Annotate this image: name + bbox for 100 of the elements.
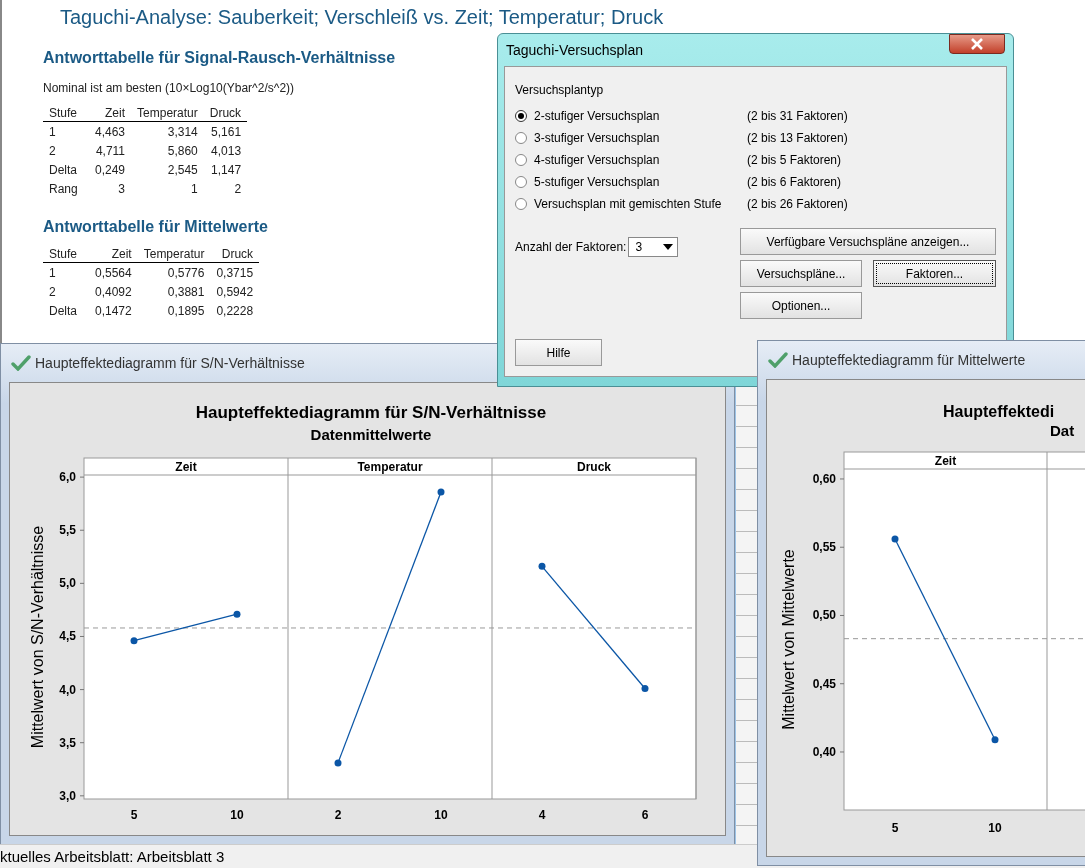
range-label: (2 bis 6 Faktoren) bbox=[747, 174, 843, 191]
chart-subtitle: Datenmittelwerte bbox=[310, 426, 432, 443]
y-tick-label: 3,0 bbox=[59, 788, 76, 803]
chart-title: Haupteffektediagramm für S/N-Verhältnisse bbox=[195, 403, 547, 422]
dialog-button[interactable]: Verfügbare Versuchspläne anzeigen... bbox=[740, 228, 996, 255]
point bbox=[233, 610, 241, 618]
y-tick-label: 5,0 bbox=[59, 576, 76, 591]
y-tick-label: 6,0 bbox=[59, 470, 76, 485]
table-cell-text: 2 bbox=[48, 283, 57, 301]
radio-button[interactable] bbox=[515, 110, 527, 122]
y-tick-label: 0,50 bbox=[812, 608, 836, 623]
y-tick-label: 0,45 bbox=[812, 676, 836, 691]
table-cell-text: 0,1895 bbox=[166, 302, 206, 320]
panel-header: Druck bbox=[577, 460, 611, 474]
table-cell-text: 4,013 bbox=[210, 142, 243, 160]
close-icon bbox=[970, 38, 984, 50]
point bbox=[538, 562, 546, 570]
x-tick-label: 10 bbox=[434, 808, 448, 822]
x-tick-label: 10 bbox=[988, 821, 1002, 835]
radio-button[interactable] bbox=[515, 132, 527, 144]
session-title: Taguchi-Analyse: Sauberkeit; Verschleiß vs. Zeit; Temperatur; Druck bbox=[59, 5, 665, 29]
column-header: Zeit bbox=[89, 246, 138, 263]
panel-header: Zeit bbox=[175, 460, 197, 474]
radio-button[interactable] bbox=[515, 198, 527, 210]
table-cell: 1 bbox=[43, 121, 89, 141]
window-title: Haupteffektediagramm für S/N-Verhältnisse bbox=[35, 355, 305, 371]
table-cell-text: 0,1472 bbox=[94, 302, 133, 320]
table-cell-text: 2,545 bbox=[166, 161, 199, 179]
table-cell-text: 0,2228 bbox=[215, 302, 255, 320]
close-button[interactable] bbox=[949, 34, 1005, 54]
group-label: Versuchsplantyp bbox=[515, 83, 605, 97]
column-header: Temperatur bbox=[137, 246, 211, 263]
y-tick-label: 0,60 bbox=[812, 471, 836, 486]
check-icon bbox=[11, 355, 31, 371]
chart-title: Haupteffektedi bbox=[943, 403, 1055, 420]
option-label[interactable]: 4-stufiger Versuchsplan bbox=[534, 153, 660, 167]
y-tick-label: 5,5 bbox=[59, 523, 76, 538]
window-title: Haupteffektediagramm für Mittelwerte bbox=[792, 352, 1026, 368]
table-cell-text: 2 bbox=[233, 180, 243, 198]
status-text: ktuelles Arbeitsblatt: Arbeitsblatt 3 bbox=[0, 848, 225, 865]
option-label[interactable]: 5-stufiger Versuchsplan bbox=[534, 175, 660, 189]
table-heading: Antworttabelle für Signal-Rausch-Verhältnisse bbox=[43, 49, 396, 67]
x-tick-label: 5 bbox=[130, 808, 138, 822]
table-cell: 3,314 bbox=[131, 121, 204, 141]
range-label: (2 bis 26 Faktoren) bbox=[747, 196, 849, 213]
factor-count-dropdown[interactable]: 3 bbox=[628, 237, 679, 257]
column-header: Zeit bbox=[89, 105, 132, 122]
table-cell: 5,161 bbox=[203, 121, 248, 141]
x-tick-label: 10 bbox=[230, 808, 244, 822]
table-heading: Antworttabelle für Mittelwerte bbox=[43, 218, 268, 236]
table-cell-text: 5,860 bbox=[166, 142, 199, 160]
dialog-button[interactable]: Faktoren... bbox=[873, 260, 996, 287]
x-tick-label: 6 bbox=[641, 808, 649, 822]
table-cell: 0,5564 bbox=[89, 262, 138, 282]
radio-button[interactable] bbox=[515, 176, 527, 188]
column-header: Temperatur bbox=[131, 105, 204, 122]
option-label[interactable]: 2-stufiger Versuchsplan bbox=[534, 109, 660, 123]
radio-button[interactable] bbox=[515, 154, 527, 166]
column-header: Stufe bbox=[43, 246, 89, 263]
table-cell-text: Delta bbox=[48, 302, 78, 320]
dialog-button[interactable]: Optionen... bbox=[740, 292, 862, 319]
table-cell-text: 0,249 bbox=[94, 161, 127, 179]
help-button[interactable]: Hilfe bbox=[515, 339, 602, 366]
dialog-title: Taguchi-Versuchsplan bbox=[506, 42, 643, 58]
range-label: (2 bis 31 Faktoren) bbox=[747, 108, 849, 125]
chart-subtitle: Dat bbox=[1050, 422, 1075, 439]
table-cell-text: 4,711 bbox=[94, 142, 127, 160]
panel-header: Temperatur bbox=[357, 460, 423, 474]
y-axis-label: Mittelwert von Mittelwerte bbox=[780, 549, 797, 730]
table-cell: 4,463 bbox=[89, 121, 132, 141]
table-note: Nominal ist am besten (10×Log10(Ybar^2/s^2)) bbox=[43, 81, 295, 95]
range-label: (2 bis 13 Faktoren) bbox=[747, 130, 849, 147]
point bbox=[334, 759, 342, 767]
table-cell-text: 3 bbox=[117, 180, 127, 198]
x-tick-label: 2 bbox=[334, 808, 342, 822]
column-header: Druck bbox=[203, 105, 248, 122]
panel-header: Zeit bbox=[934, 454, 957, 468]
table-cell-text: 0,3881 bbox=[166, 283, 206, 301]
table-cell: 0,5776 bbox=[137, 262, 211, 282]
y-tick-label: 3,5 bbox=[59, 735, 76, 750]
x-tick-label: 4 bbox=[538, 808, 546, 822]
y-tick-label: 0,55 bbox=[812, 540, 836, 555]
table-cell-text: Rang bbox=[48, 180, 79, 198]
x-tick-label: 5 bbox=[891, 821, 899, 835]
table-cell-text: 2 bbox=[48, 142, 57, 160]
table-cell-text: 0,4092 bbox=[94, 283, 133, 301]
column-header: Druck bbox=[210, 246, 260, 263]
option-label[interactable]: 3-stufiger Versuchsplan bbox=[534, 131, 660, 145]
y-tick-label: 4,0 bbox=[59, 682, 76, 697]
table-cell: 0,3715 bbox=[210, 262, 260, 282]
table-cell-text: Delta bbox=[48, 161, 78, 179]
table-cell-text: 1,147 bbox=[210, 161, 243, 179]
range-label: (2 bis 5 Faktoren) bbox=[747, 152, 843, 169]
check-icon bbox=[768, 352, 788, 368]
dialog-button[interactable]: Versuchspläne... bbox=[740, 260, 862, 287]
option-label[interactable]: Versuchsplan mit gemischten Stufe bbox=[534, 197, 722, 211]
column-header: Stufe bbox=[43, 105, 89, 122]
point bbox=[437, 488, 445, 496]
table-cell: 1 bbox=[43, 262, 89, 282]
y-axis-label: Mittelwert von S/N-Verhältnisse bbox=[29, 525, 46, 749]
